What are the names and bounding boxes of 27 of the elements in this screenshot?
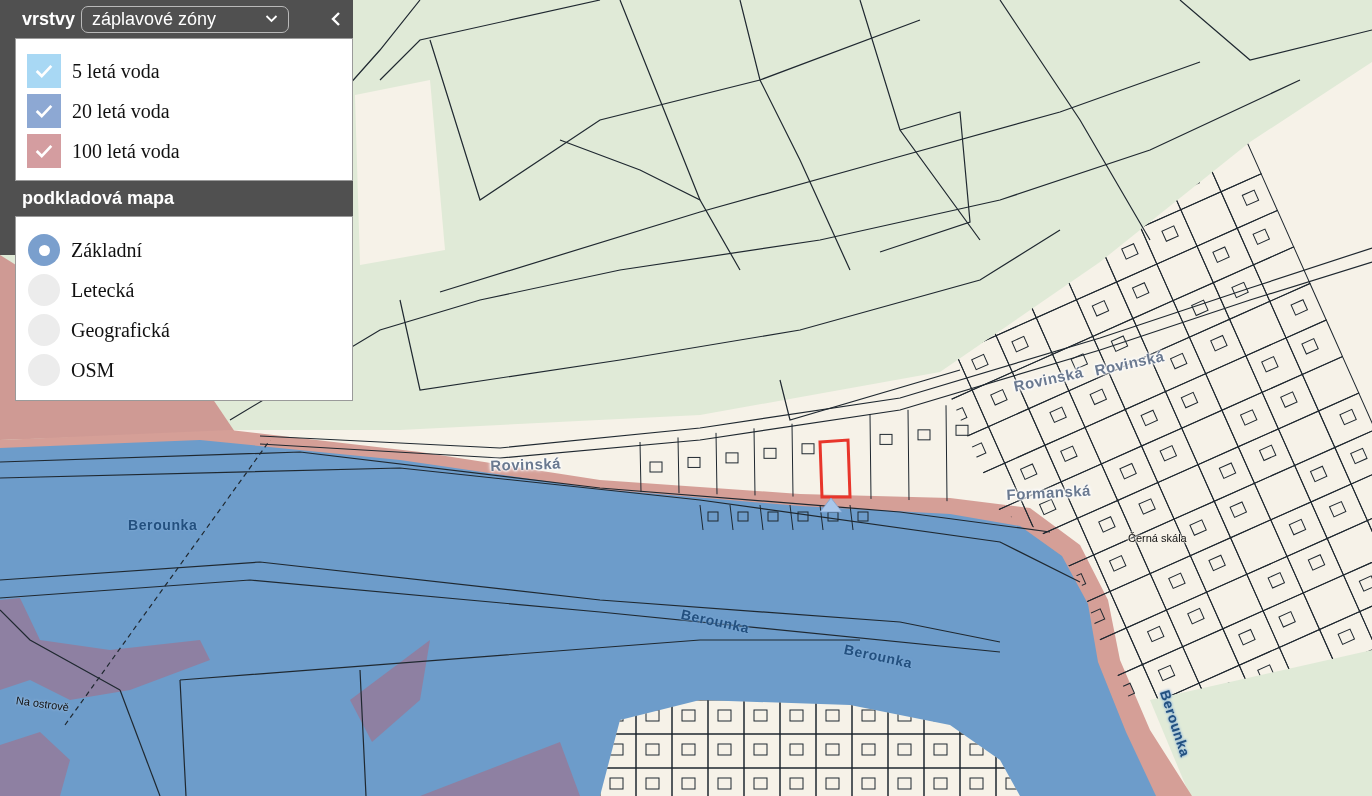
basemap-label[interactable]: Základní (71, 238, 143, 262)
layer-label[interactable]: 20 letá voda (72, 99, 170, 123)
layer-checkbox[interactable] (27, 54, 61, 88)
chevron-left-icon (331, 11, 341, 27)
street-label: Rovinská (1012, 363, 1085, 395)
street-label: Rovinská (1093, 347, 1166, 379)
basemap-label[interactable]: Geografická (71, 318, 170, 342)
layer-label[interactable]: 5 letá voda (72, 59, 160, 83)
location-marker-icon (819, 497, 843, 513)
river-label: Berounka (128, 517, 198, 533)
layer-select[interactable]: záplavové zóny (81, 5, 290, 33)
section-title: podkladová mapa (22, 188, 175, 208)
street-label: Formanská (1006, 481, 1092, 503)
layer-checkbox[interactable] (27, 94, 61, 128)
street-label: Rovinská (490, 454, 562, 474)
radio-button[interactable] (28, 234, 60, 266)
checkmark-icon (35, 64, 53, 78)
place-label: Na ostrově (15, 694, 70, 714)
basemap-label[interactable]: OSM (71, 358, 115, 382)
highlighted-parcel-outline[interactable] (818, 438, 852, 499)
checkmark-icon (35, 104, 53, 118)
checkmark-icon (35, 144, 53, 158)
chevron-down-icon (265, 15, 279, 23)
layer-label[interactable]: 100 letá voda (72, 139, 180, 163)
layer-checkbox[interactable] (27, 134, 61, 168)
panel-title: vrstvy (22, 8, 76, 30)
basemap-label[interactable]: Letecká (71, 278, 135, 302)
